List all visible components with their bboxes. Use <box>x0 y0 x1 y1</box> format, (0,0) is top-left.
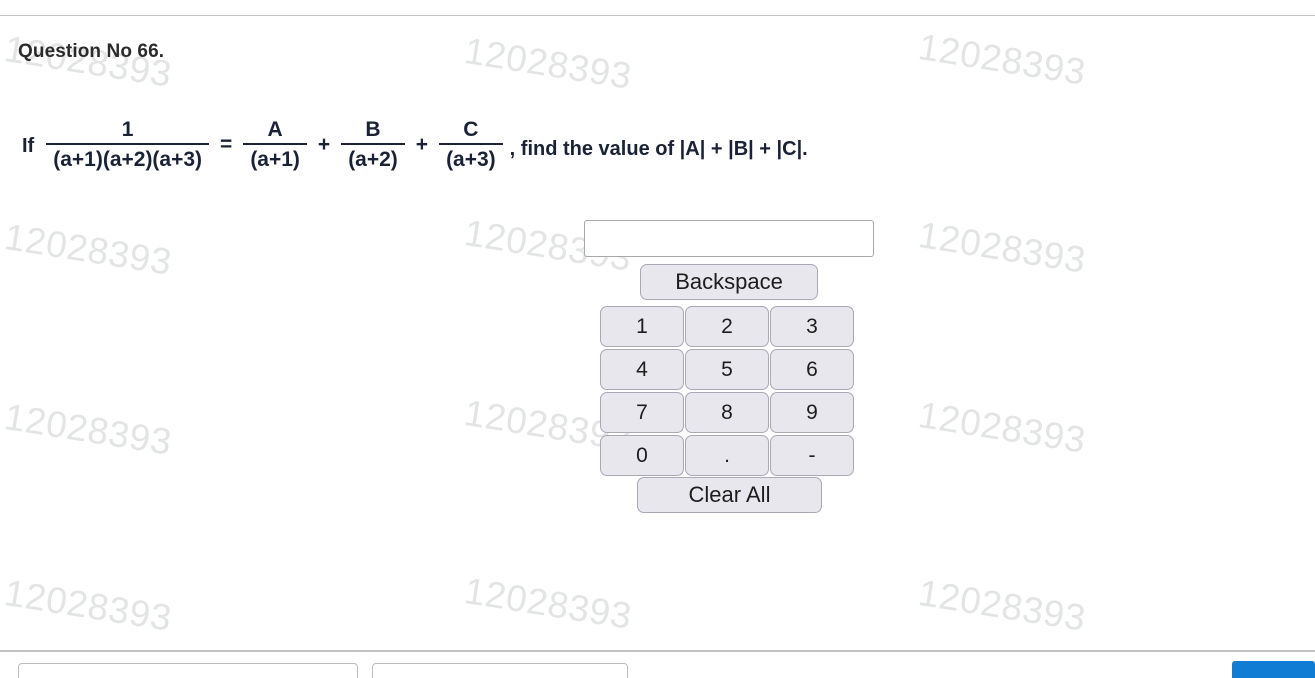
question-content: Question No 66. If 1 (a+1)(a+2)(a+3) = A… <box>0 0 1315 678</box>
key-minus[interactable]: - <box>770 435 854 476</box>
fraction-b-numerator: B <box>365 118 381 141</box>
footer-button-left-primary[interactable] <box>18 663 358 678</box>
key-2[interactable]: 2 <box>685 306 769 347</box>
footer-button-left-secondary[interactable] <box>372 663 628 678</box>
fraction-term-c: C (a+3) <box>439 118 503 172</box>
key-0[interactable]: 0 <box>600 435 684 476</box>
equals-sign: = <box>220 133 233 157</box>
clear-all-button[interactable]: Clear All <box>637 477 822 513</box>
key-8[interactable]: 8 <box>685 392 769 433</box>
key-decimal-point[interactable]: . <box>685 435 769 476</box>
fraction-lhs-numerator: 1 <box>121 118 134 141</box>
fraction-lhs-denominator: (a+1)(a+2)(a+3) <box>53 148 203 172</box>
keypad-digit-grid: 1 2 3 4 5 6 7 8 9 0 . - <box>600 306 854 477</box>
bottom-divider <box>0 650 1315 652</box>
key-4[interactable]: 4 <box>600 349 684 390</box>
plus-sign-2: + <box>415 133 429 157</box>
key-9[interactable]: 9 <box>770 392 854 433</box>
plus-sign-1: + <box>317 133 331 157</box>
question-equation: If 1 (a+1)(a+2)(a+3) = A (a+1) + B (a+2)… <box>22 118 808 172</box>
fraction-lhs: 1 (a+1)(a+2)(a+3) <box>46 118 210 172</box>
fraction-b-denominator: (a+2) <box>348 148 398 172</box>
top-divider <box>0 15 1315 16</box>
key-7[interactable]: 7 <box>600 392 684 433</box>
fraction-a-numerator: A <box>267 118 283 141</box>
key-6[interactable]: 6 <box>770 349 854 390</box>
key-1[interactable]: 1 <box>600 306 684 347</box>
key-3[interactable]: 3 <box>770 306 854 347</box>
exam-question-page: 12028393 12028393 12028393 12028393 12028393… <box>0 0 1315 678</box>
fraction-term-b: B (a+2) <box>341 118 405 172</box>
fraction-a-denominator: (a+1) <box>250 148 300 172</box>
backspace-button[interactable]: Backspace <box>640 264 818 300</box>
equation-suffix: , find the value of |A| + |B| + |C|. <box>509 138 808 161</box>
footer-submit-button[interactable] <box>1232 661 1315 678</box>
key-5[interactable]: 5 <box>685 349 769 390</box>
fraction-c-denominator: (a+3) <box>446 148 496 172</box>
page-title: Question No 66. <box>18 41 165 62</box>
fraction-c-numerator: C <box>463 118 479 141</box>
equation-prefix: If <box>22 134 35 157</box>
answer-input[interactable] <box>584 220 874 257</box>
fraction-term-a: A (a+1) <box>243 118 307 172</box>
